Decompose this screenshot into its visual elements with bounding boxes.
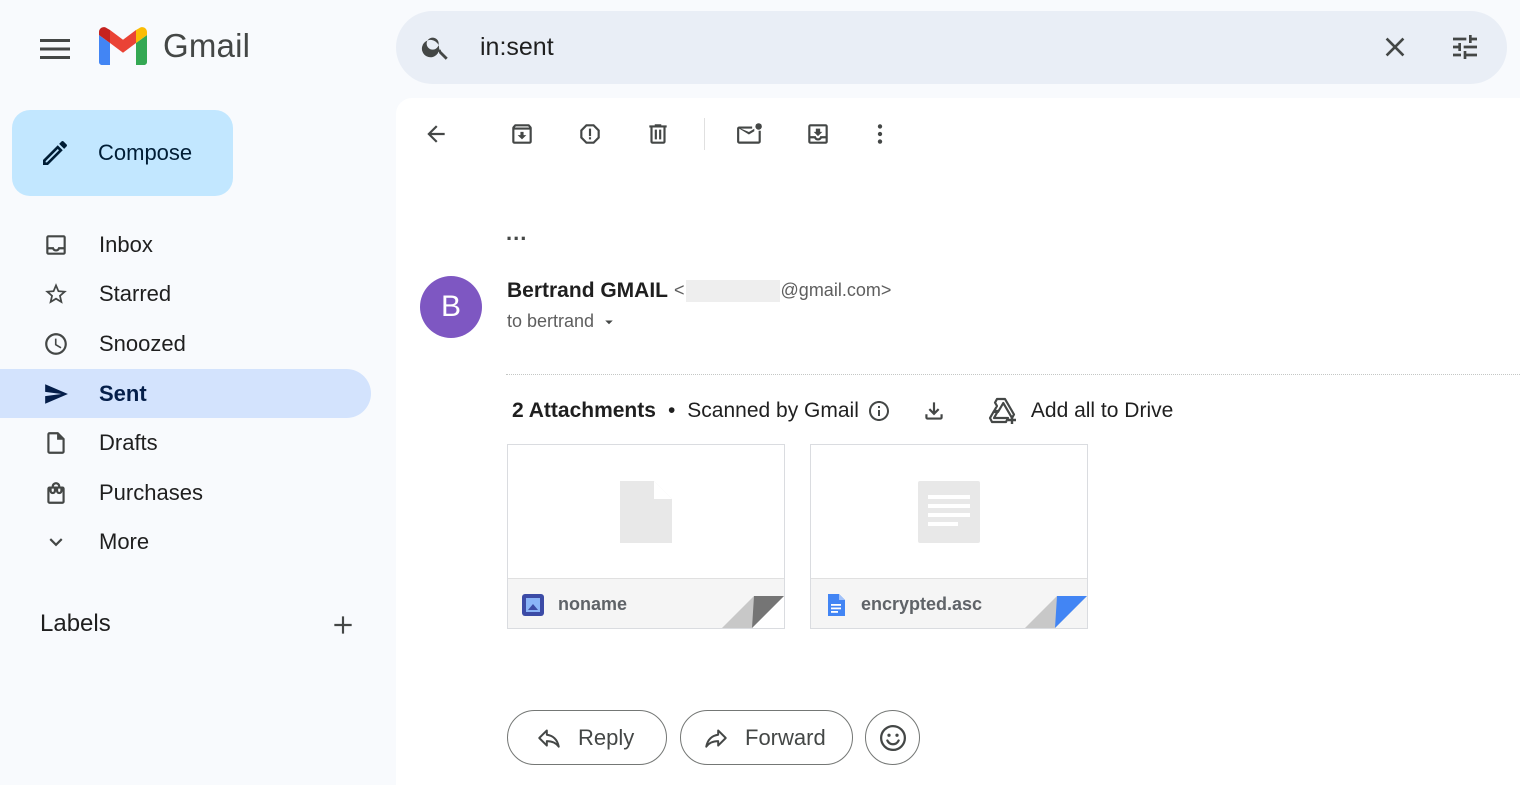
redacted-box xyxy=(685,280,780,303)
send-icon xyxy=(45,383,68,404)
sender-name[interactable]: Bertrand GMAIL xyxy=(507,279,668,303)
attachments-count: 2 Attachments xyxy=(512,399,656,422)
recipient-text: to bertrand xyxy=(507,311,595,331)
forward-button[interactable]: Forward xyxy=(680,710,853,765)
sidebar-item-label: Drafts xyxy=(99,430,158,456)
message-view: ... B Bertrand GMAIL < @gmail.com> to ber… xyxy=(396,98,1520,785)
add-all-to-drive-label[interactable]: Add all to Drive xyxy=(1031,399,1173,423)
attachment-name: noname xyxy=(558,594,628,614)
move-to-inbox-icon xyxy=(808,124,828,144)
attachment-card[interactable]: noname xyxy=(507,444,785,629)
main-menu-button[interactable] xyxy=(34,28,76,70)
sidebar-item-snoozed[interactable]: Snoozed xyxy=(0,319,371,369)
labels-heading: Labels xyxy=(40,610,111,637)
sidebar-item-sent[interactable]: Sent xyxy=(0,368,371,419)
collapsed-messages-indicator[interactable]: ... xyxy=(506,220,527,246)
sidebar-item-starred[interactable]: Starred xyxy=(0,270,371,320)
scanned-label: Scanned by Gmail xyxy=(687,399,859,422)
forward-icon xyxy=(705,728,727,748)
app-name: Gmail xyxy=(163,27,251,64)
info-icon[interactable] xyxy=(867,399,891,423)
shopping-bag-icon xyxy=(47,481,65,504)
chevron-down-icon xyxy=(49,538,63,547)
document-file-icon xyxy=(828,593,845,616)
move-to-button[interactable] xyxy=(800,116,836,152)
search-icon[interactable] xyxy=(420,31,452,63)
sender-email-domain: @gmail.com> xyxy=(780,279,892,300)
sender-line: Bertrand GMAIL < @gmail.com> xyxy=(507,279,891,303)
report-spam-icon xyxy=(580,124,600,144)
sidebar-item-label: Starred xyxy=(99,281,172,307)
archive-button[interactable] xyxy=(504,116,540,152)
reply-button[interactable]: Reply xyxy=(507,710,667,765)
gmail-logo[interactable]: Gmail xyxy=(99,27,250,65)
recipient-line[interactable]: to bertrand xyxy=(507,311,618,332)
dropdown-arrow-icon[interactable] xyxy=(600,313,618,331)
sender-email: < @gmail.com> xyxy=(674,279,892,303)
add-label-icon[interactable] xyxy=(330,612,356,638)
image-file-icon xyxy=(522,593,544,616)
sidebar-nav: Inbox Starred Snoozed Sent Drafts Purcha… xyxy=(0,220,372,567)
attachments-bar: 2 Attachments • Scanned by Gmail Add all… xyxy=(512,396,1173,426)
toolbar-divider xyxy=(704,118,705,150)
attachment-card[interactable]: encrypted.asc xyxy=(810,444,1088,629)
sidebar-item-more[interactable]: More xyxy=(0,518,371,568)
gmail-m-icon xyxy=(99,27,147,65)
generic-file-icon xyxy=(620,480,672,543)
report-spam-button[interactable] xyxy=(572,116,608,152)
attachment-name: encrypted.asc xyxy=(861,594,983,614)
document-preview-icon xyxy=(918,480,980,543)
clock-icon xyxy=(45,333,67,355)
sender-email-open: < xyxy=(674,279,685,300)
more-options-button[interactable] xyxy=(862,116,898,152)
draft-icon xyxy=(47,432,65,455)
search-bar[interactable]: in:sent xyxy=(396,11,1507,84)
page-fold-icon xyxy=(722,596,784,628)
delete-button[interactable] xyxy=(640,116,676,152)
sidebar-item-inbox[interactable]: Inbox xyxy=(0,220,371,270)
arrow-back-icon xyxy=(427,125,445,143)
star-icon xyxy=(45,283,67,305)
back-button[interactable] xyxy=(418,116,454,152)
mark-unread-icon xyxy=(737,123,762,144)
add-to-drive-icon[interactable] xyxy=(987,396,1019,426)
search-options-icon[interactable] xyxy=(1449,31,1481,63)
inbox-icon xyxy=(46,235,66,255)
sidebar-item-label: Purchases xyxy=(99,479,203,505)
attachments-divider xyxy=(506,374,1520,375)
search-input[interactable]: in:sent xyxy=(480,33,554,62)
sidebar-item-purchases[interactable]: Purchases xyxy=(0,468,371,518)
forward-label: Forward xyxy=(745,724,826,750)
attachment-preview xyxy=(811,445,1087,578)
avatar[interactable]: B xyxy=(420,276,482,338)
emoji-reaction-button[interactable] xyxy=(865,710,920,765)
reply-icon xyxy=(538,728,560,748)
reply-label: Reply xyxy=(578,724,635,750)
sidebar-item-label: Snoozed xyxy=(99,330,186,356)
compose-label: Compose xyxy=(98,140,193,165)
compose-button[interactable]: Compose xyxy=(12,110,233,196)
sidebar-item-label: Inbox xyxy=(99,231,153,257)
attachment-preview xyxy=(508,445,784,578)
page-fold-icon xyxy=(1025,596,1087,628)
pencil-icon xyxy=(43,140,67,165)
trash-icon xyxy=(649,124,667,144)
hamburger-icon xyxy=(40,39,70,59)
archive-icon xyxy=(512,124,532,144)
download-all-icon[interactable] xyxy=(921,398,947,424)
sidebar-item-label: More xyxy=(99,529,150,555)
smiley-icon xyxy=(879,724,906,751)
sidebar-item-label: Sent xyxy=(99,380,147,406)
more-vert-icon xyxy=(877,124,883,144)
clear-search-icon[interactable] xyxy=(1379,31,1411,63)
mark-unread-button[interactable] xyxy=(732,116,768,152)
sidebar-item-drafts[interactable]: Drafts xyxy=(0,418,371,468)
separator-dot: • xyxy=(667,399,676,422)
